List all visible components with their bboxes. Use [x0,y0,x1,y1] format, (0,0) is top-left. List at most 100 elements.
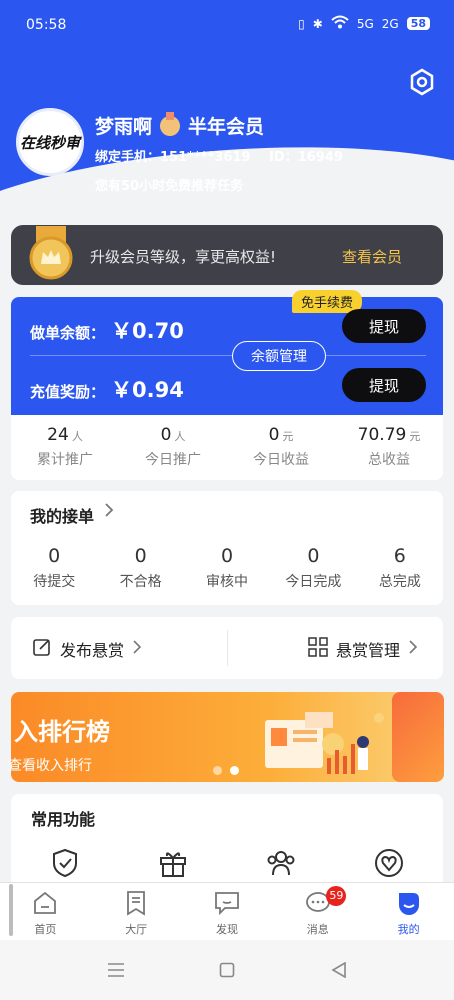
orders-status-row: 0 待提交 0 不合格 0 审核中 0 今日完成 6 总完成 [11,545,443,591]
bookmark-icon [123,891,149,920]
system-nav-bar [0,940,454,1000]
publish-bounty-button[interactable]: 发布悬赏 [32,637,142,661]
status-icons: ▯ ✱ 5G 2G 58 [298,15,430,32]
avatar-logo-text: 在线秒审 [19,133,80,152]
gift-icon[interactable] [158,848,188,878]
tab-label: 首页 [34,923,57,936]
battery-icon: 58 [406,17,430,30]
bounty-manage-button[interactable]: 悬赏管理 [308,637,418,661]
user-name-row: 梦雨啊 半年会员 [95,111,265,139]
profile-icon [396,893,422,920]
withdraw-order-button[interactable]: 提现 [342,309,426,343]
status-time: 05:58 [26,17,67,33]
stat-label: 今日收益 [253,452,309,468]
order-status-label: 总完成 [378,574,421,590]
carousel-dot-active[interactable] [230,766,239,775]
order-status-failed[interactable]: 0 不合格 [97,545,183,591]
tab-hall[interactable]: 大厅 [91,883,182,941]
scroll-handle[interactable] [9,884,13,936]
order-count: 0 [134,545,147,567]
heart-icon[interactable] [374,848,404,878]
stat-unit: 元 [282,430,294,443]
phone-number: 151****3619 [160,150,251,165]
carousel-indicator [213,766,239,775]
stat-today-promoted[interactable]: 0人 今日推广 [119,415,227,480]
stat-total-income[interactable]: 70.79 元 总收益 [335,415,443,480]
tab-messages[interactable]: 59 消息 [272,883,363,941]
chevron-right-icon [408,639,418,659]
avatar[interactable]: 在线秒审 [16,108,84,176]
order-count: 6 [393,545,406,567]
order-balance-value: ￥0.70 [111,319,184,343]
tab-mine[interactable]: 我的 [363,883,454,941]
common-functions-title: 常用功能 [31,810,96,829]
withdraw-recharge-button[interactable]: 提现 [342,368,426,402]
edit-icon [32,637,52,661]
stat-value: 24 [47,425,69,445]
tab-label: 大厅 [125,923,148,936]
order-status-total-done[interactable]: 6 总完成 [357,545,443,591]
next-banner-peek[interactable] [392,692,444,782]
tab-home[interactable]: 首页 [0,883,91,941]
bluetooth-icon: ✱ [312,16,323,31]
id-label: ID： [269,150,298,165]
home-square-icon[interactable] [219,962,235,982]
stat-label: 今日推广 [145,452,201,468]
order-count: 0 [220,545,234,567]
stat-total-promoted[interactable]: 24 人 累计推广 [11,415,119,480]
view-membership-link[interactable]: 查看会员 [342,246,402,267]
stat-label: 累计推广 [37,452,93,468]
grid-icon [308,637,328,661]
order-status-label: 不合格 [119,574,162,590]
membership-level: 半年会员 [188,116,265,138]
order-status-label: 今日完成 [285,574,342,590]
order-status-today-done[interactable]: 0 今日完成 [270,545,356,591]
bounty-divider [227,630,228,666]
stat-today-income[interactable]: 0元 今日收益 [227,415,335,480]
banner-subtitle: 查看收入排行 [8,758,92,774]
tab-label: 发现 [215,923,238,936]
crown-medal-icon [24,224,78,282]
bounty-manage-label: 悬赏管理 [336,641,401,660]
chevron-right-icon[interactable] [104,502,114,522]
order-status-pending[interactable]: 0 待提交 [11,545,97,591]
wifi-icon [331,15,349,32]
user-name: 梦雨啊 [95,116,153,138]
phone-label: 绑定手机： [95,150,161,165]
menu-icon[interactable] [107,962,125,982]
recharge-reward-value: ￥0.94 [111,378,184,402]
medal-icon [160,111,181,136]
tab-discover[interactable]: 发现 [182,883,273,941]
message-count-badge: 59 [326,886,347,906]
balance-manage-button[interactable]: 余额管理 [232,341,326,371]
tab-label: 我的 [397,923,420,936]
user-id: 16949 [297,150,343,165]
vibrate-icon: ▯ [298,16,305,31]
team-icon[interactable] [266,848,296,878]
back-icon[interactable] [331,961,347,982]
shield-check-icon[interactable] [50,848,80,878]
stat-value: 0 [268,425,280,445]
chevron-right-icon [132,639,142,659]
banner-title: 入排行榜 [14,718,110,746]
carousel-dot[interactable] [213,766,222,775]
settings-gear-icon[interactable] [408,68,436,96]
order-status-reviewing[interactable]: 0 审核中 [184,545,270,591]
order-status-label: 待提交 [33,574,76,590]
promotion-stats: 24 人 累计推广 0人 今日推广 0元 今日收益 70.79 元 总收益 [11,415,443,480]
stat-unit: 人 [174,430,186,443]
stat-label: 总收益 [368,452,410,468]
my-orders-title[interactable]: 我的接单 [30,503,94,527]
phone-id-row: 绑定手机：151****3619 ID：16949 [95,146,343,165]
order-balance: 做单余额： ￥0.70 [30,315,184,345]
stat-value: 0 [160,425,172,445]
message-icon [305,892,331,920]
stat-value: 70.79 [357,425,407,445]
banner-illustration [255,700,390,780]
stat-unit: 人 [71,430,83,443]
recharge-reward: 充值奖励： ￥0.94 [30,374,184,404]
chat-square-icon [214,892,240,920]
recharge-reward-label: 充值奖励： [30,383,106,401]
bottom-tab-bar: 首页 大厅 发现 59 消息 我的 [0,882,454,941]
order-count: 0 [307,545,320,567]
